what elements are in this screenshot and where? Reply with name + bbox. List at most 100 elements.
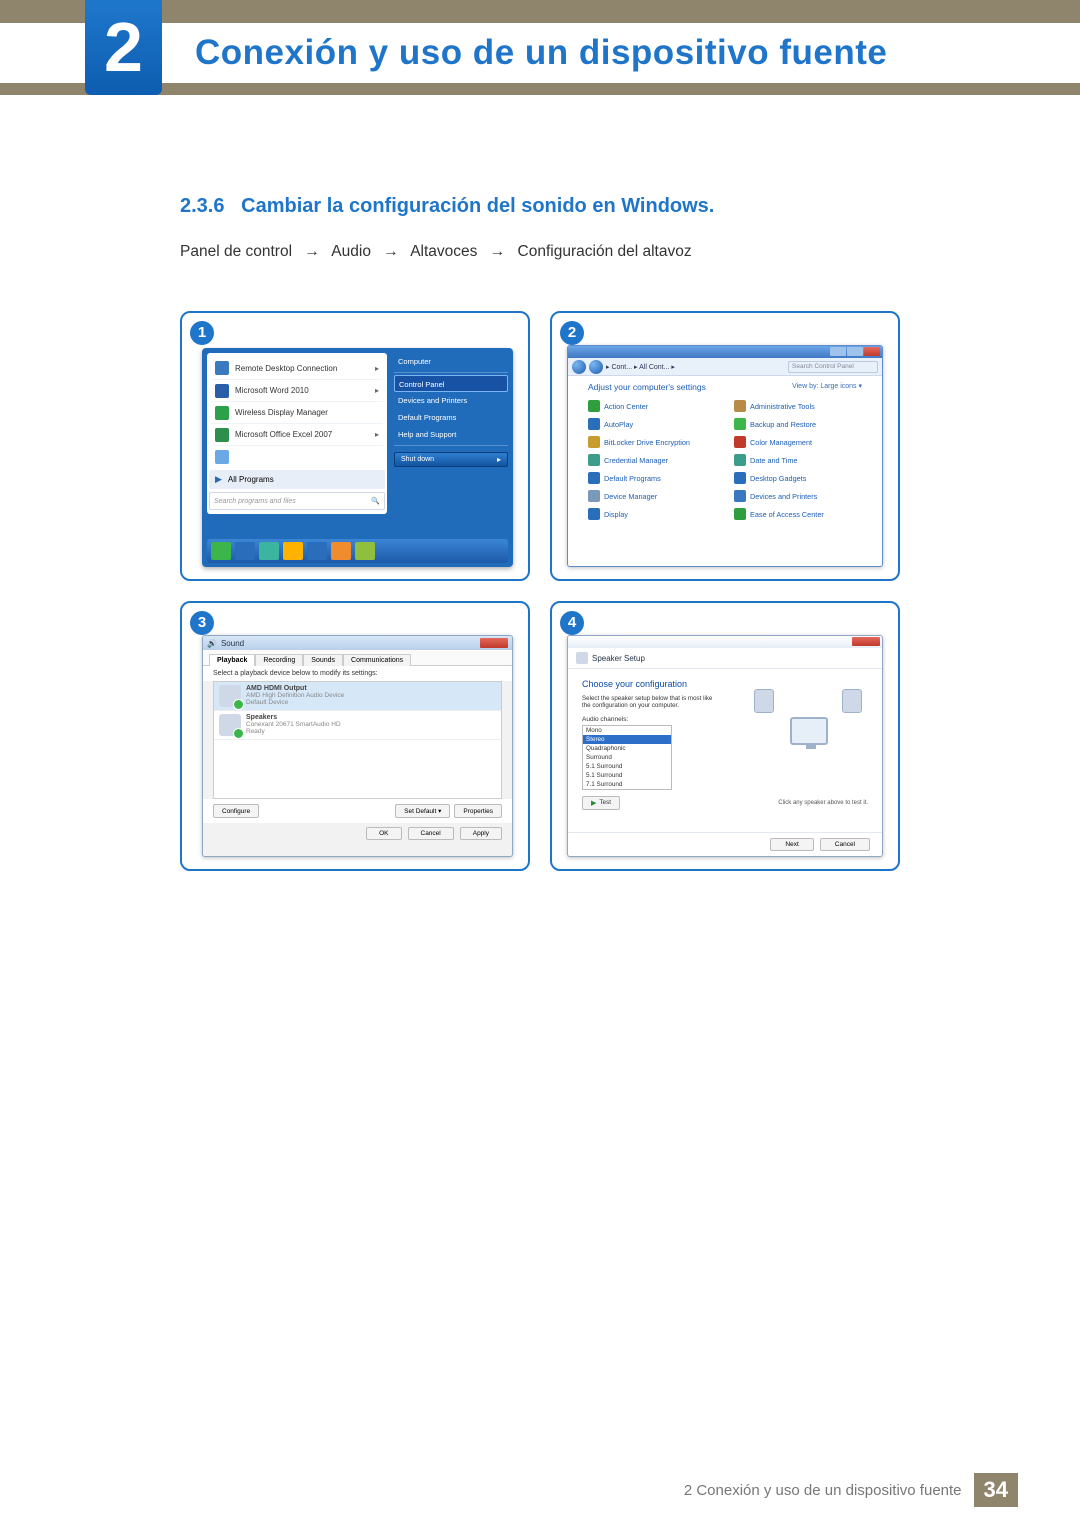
all-programs-item[interactable]: ▶ All Programs (209, 470, 385, 489)
start-menu-item[interactable] (211, 445, 383, 467)
control-panel-item[interactable]: Backup and Restore (734, 418, 862, 430)
forward-button[interactable] (589, 360, 603, 374)
next-button[interactable]: Next (770, 838, 813, 851)
right-item-control-panel[interactable]: Control Panel (394, 375, 508, 392)
right-item-help-support[interactable]: Help and Support (394, 426, 508, 443)
control-panel-item[interactable]: Color Management (734, 436, 862, 448)
playback-device-item[interactable]: Speakers Conexant 20671 SmartAudio HD Re… (214, 711, 501, 740)
taskbar-icon[interactable] (211, 542, 231, 560)
monitor-icon (790, 717, 828, 745)
speaker-icon-left[interactable] (754, 689, 774, 713)
configure-button[interactable]: Configure (213, 804, 259, 818)
control-panel-item[interactable]: BitLocker Drive Encryption (588, 436, 716, 448)
section-heading: 2.3.6 Cambiar la configuración del sonid… (180, 195, 1080, 218)
start-menu-item[interactable]: Microsoft Word 2010 ▸ (211, 379, 383, 401)
device-status: Default Device (246, 699, 344, 706)
control-panel-item[interactable]: Credential Manager (588, 454, 716, 466)
section-number: 2.3.6 (180, 195, 224, 217)
start-menu-item[interactable]: Remote Desktop Connection ▸ (211, 357, 383, 379)
back-button[interactable] (572, 360, 586, 374)
crumb-speakers: Altavoces (410, 243, 477, 260)
crumb-control-panel: Panel de control (180, 243, 292, 260)
screenshot-step-1: 1 Remote Desktop Connection ▸ Microsoft … (180, 311, 530, 581)
playback-device-item[interactable]: AMD HDMI Output AMD High Definition Audi… (214, 682, 501, 711)
cancel-button[interactable]: Cancel (820, 838, 870, 851)
control-panel-window: ▸ Cont... ▸ All Cont... ▸ Search Control… (567, 345, 883, 567)
tab-sounds[interactable]: Sounds (303, 654, 343, 666)
channel-option[interactable]: Quadraphonic (583, 744, 671, 753)
control-panel-item-list: Action Center Administrative Tools AutoP… (588, 400, 862, 520)
dialog-button-row: OK Cancel Apply (203, 823, 512, 844)
device-name: Speakers (246, 714, 341, 721)
control-panel-item[interactable]: Device Manager (588, 490, 716, 502)
cp-item-label: Color Management (750, 438, 812, 447)
crumb-speaker-config: Configuración del altavoz (518, 243, 692, 260)
close-button[interactable] (852, 637, 880, 646)
tab-recording[interactable]: Recording (255, 654, 303, 666)
device-action-row: Configure Set Default ▾ Properties (203, 799, 512, 823)
channel-option[interactable]: 5.1 Surround (583, 771, 671, 780)
control-panel-item[interactable]: Default Programs (588, 472, 716, 484)
chevron-right-icon: ▸ (497, 455, 501, 464)
control-panel-item[interactable]: Desktop Gadgets (734, 472, 862, 484)
cp-item-label: AutoPlay (604, 420, 633, 429)
channel-option[interactable]: Mono (583, 726, 671, 735)
channel-option[interactable]: 7.1 Surround (583, 780, 671, 789)
right-item-default-programs[interactable]: Default Programs (394, 409, 508, 426)
control-panel-item[interactable]: Display (588, 508, 716, 520)
start-menu-item[interactable]: Wireless Display Manager (211, 401, 383, 423)
close-button[interactable] (864, 347, 880, 356)
set-default-button[interactable]: Set Default ▾ (395, 804, 450, 818)
taskbar-icon[interactable] (355, 542, 375, 560)
start-menu-item-label: Microsoft Word 2010 (235, 386, 309, 395)
cp-item-label: Devices and Printers (750, 492, 817, 501)
channel-option[interactable]: Surround (583, 753, 671, 762)
test-button[interactable]: ▶ Test (582, 796, 620, 810)
arrow-icon: → (383, 243, 399, 260)
control-panel-item[interactable]: Devices and Printers (734, 490, 862, 502)
cancel-button[interactable]: Cancel (408, 827, 454, 840)
tab-communications[interactable]: Communications (343, 654, 411, 666)
cp-item-label: Date and Time (750, 456, 797, 465)
audio-channels-listbox[interactable]: MonoStereoQuadraphonicSurround5.1 Surrou… (582, 725, 672, 790)
taskbar-icon[interactable] (259, 542, 279, 560)
chapter-number-badge: 2 (85, 0, 162, 95)
right-item-computer[interactable]: Computer (394, 353, 508, 370)
cp-item-label: Backup and Restore (750, 420, 816, 429)
cp-item-label: Default Programs (604, 474, 661, 483)
apply-button[interactable]: Apply (460, 827, 502, 840)
close-button[interactable] (480, 638, 508, 648)
maximize-button[interactable] (847, 347, 863, 356)
taskbar-icon[interactable] (235, 542, 255, 560)
search-input[interactable]: Search Control Panel (788, 361, 878, 373)
start-menu-item[interactable]: Microsoft Office Excel 2007 ▸ (211, 423, 383, 445)
taskbar-icon[interactable] (331, 542, 351, 560)
properties-button[interactable]: Properties (454, 804, 502, 818)
channel-option[interactable]: Stereo (583, 735, 671, 744)
app-icon (215, 450, 229, 464)
control-panel-item[interactable]: Administrative Tools (734, 400, 862, 412)
tab-playback[interactable]: Playback (209, 654, 255, 666)
control-panel-item[interactable]: Ease of Access Center (734, 508, 862, 520)
window-title: Sound (221, 639, 244, 648)
taskbar-icon[interactable] (283, 542, 303, 560)
channel-option[interactable]: 5.1 Surround (583, 762, 671, 771)
shut-down-button[interactable]: Shut down ▸ (394, 452, 508, 467)
search-placeholder: Search programs and files (214, 498, 296, 505)
search-input[interactable]: Search programs and files 🔍 (209, 492, 385, 510)
chapter-title: Conexión y uso de un dispositivo fuente (195, 23, 887, 83)
taskbar-icon[interactable] (307, 542, 327, 560)
control-panel-item[interactable]: Action Center (588, 400, 716, 412)
view-by-selector[interactable]: View by: Large icons ▾ (792, 382, 862, 390)
right-item-devices-printers[interactable]: Devices and Printers (394, 392, 508, 409)
address-crumb[interactable]: ▸ Cont... ▸ All Cont... ▸ (606, 363, 675, 371)
cp-item-label: Display (604, 510, 628, 519)
app-icon (215, 428, 229, 442)
speaker-icon-right[interactable] (842, 689, 862, 713)
ok-button[interactable]: OK (366, 827, 401, 840)
control-panel-item[interactable]: AutoPlay (588, 418, 716, 430)
device-icon (219, 714, 241, 736)
control-panel-item[interactable]: Date and Time (734, 454, 862, 466)
cp-icon (588, 436, 600, 448)
minimize-button[interactable] (830, 347, 846, 356)
